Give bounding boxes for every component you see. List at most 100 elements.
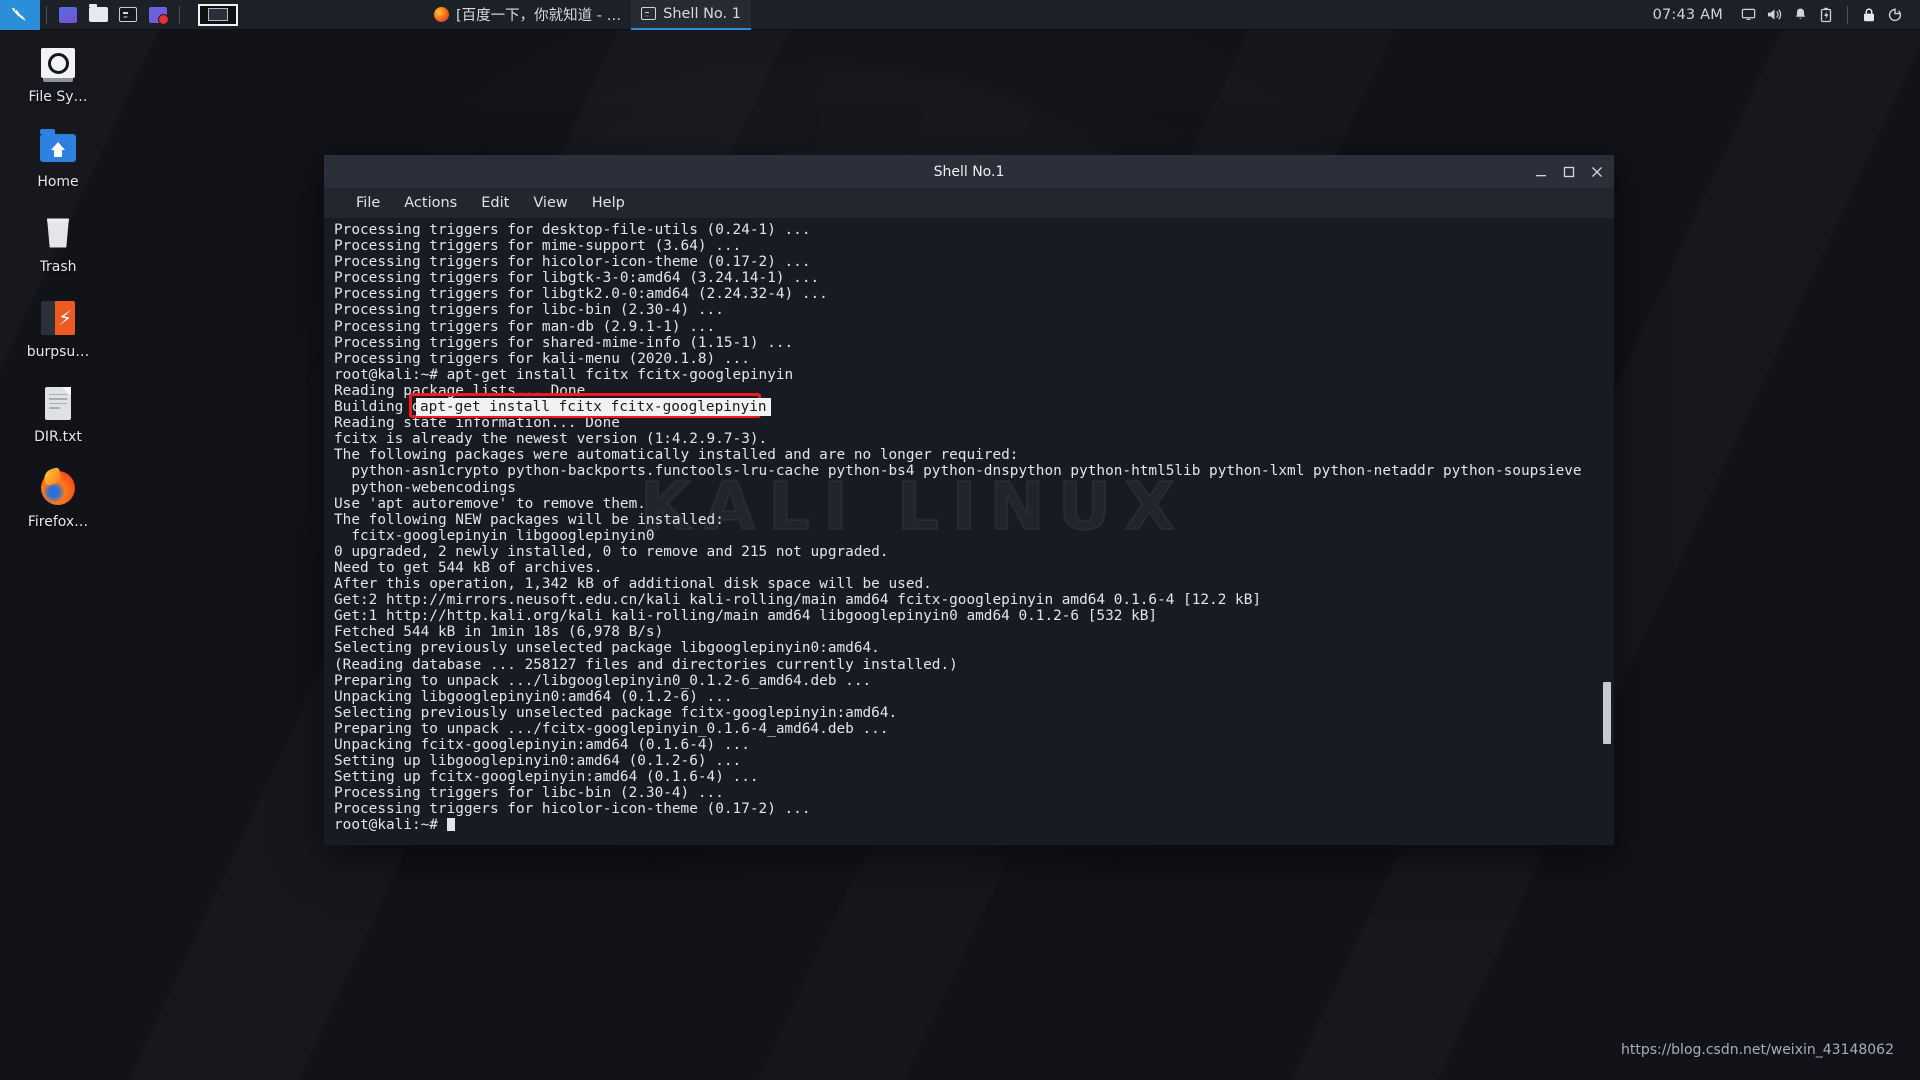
trash-icon — [37, 212, 79, 254]
menu-view[interactable]: View — [521, 192, 579, 214]
terminal-line: fcitx is already the newest version (1:4… — [334, 431, 768, 448]
terminal-line: Get:1 http://http.kali.org/kali kali-rol… — [334, 608, 1158, 625]
close-icon[interactable] — [1590, 165, 1604, 179]
terminal-output-area[interactable]: KALI LINUX Processing triggers for deskt… — [324, 218, 1614, 845]
source-watermark: https://blog.csdn.net/weixin_43148062 — [1620, 1042, 1894, 1058]
terminal-icon — [119, 7, 137, 22]
terminal-line: After this operation, 1,342 kB of additi… — [334, 576, 932, 593]
home-folder-icon — [37, 127, 79, 169]
terminal-window[interactable]: Shell No.1 File Actions Edit View Help K… — [324, 155, 1614, 845]
terminal-title: Shell No.1 — [933, 163, 1005, 180]
terminal-line: Processing triggers for shared-mime-info… — [334, 334, 794, 351]
desktop-icon-filesystem[interactable]: File Sy… — [8, 42, 108, 105]
top-panel: [百度一下，你就知道 - … Shell No. 1 07:43 AM — [0, 0, 1920, 30]
desktop-icon-label: Home — [37, 174, 79, 190]
window-controls — [1534, 155, 1604, 188]
firefox-icon — [434, 7, 449, 22]
desktop-icon-firefox[interactable]: Firefox… — [8, 467, 108, 530]
terminal-line: Need to get 544 kB of archives. — [334, 559, 603, 576]
terminal-titlebar[interactable]: Shell No.1 — [324, 155, 1614, 188]
highlighted-command-label: apt-get install fcitx fcitx-googlepinyin — [416, 398, 771, 416]
desktop-icon-home[interactable]: Home — [8, 127, 108, 190]
terminal-line: Reading package lists... Done — [334, 382, 586, 399]
menu-help[interactable]: Help — [580, 192, 637, 214]
workspace-thumbnail — [208, 8, 228, 21]
terminal-line: Selecting previously unselected package … — [334, 640, 880, 657]
taskbar-item-label: [百度一下，你就知道 - … — [456, 8, 622, 24]
terminal-line: root@kali:~# apt-get install fcitx fcitx… — [334, 366, 794, 383]
tray-divider — [1847, 5, 1848, 24]
menu-edit[interactable]: Edit — [469, 192, 521, 214]
desktop-icon-label: burpsu… — [26, 344, 90, 360]
terminal-line: Processing triggers for libc-bin (2.30-4… — [334, 785, 724, 802]
terminal-text: Processing triggers for desktop-file-uti… — [334, 222, 1614, 834]
desktop-icon-burpsuite[interactable]: ⚡ burpsu… — [8, 297, 108, 360]
padlock-icon[interactable] — [1856, 0, 1882, 30]
terminal-line: The following NEW packages will be insta… — [334, 511, 724, 528]
window-task-list: [百度一下，你就知道 - … Shell No. 1 — [424, 0, 751, 30]
taskbar-item-firefox[interactable]: [百度一下，你就知道 - … — [424, 0, 631, 30]
terminal-line: Use 'apt autoremove' to remove them. — [334, 495, 646, 512]
terminal-line: (Reading database ... 258127 files and d… — [334, 656, 958, 673]
terminal-line: Unpacking fcitx-googlepinyin:amd64 (0.1.… — [334, 737, 750, 753]
terminal-line: Processing triggers for hicolor-icon-the… — [334, 254, 811, 271]
terminal-menubar: File Actions Edit View Help — [324, 188, 1614, 218]
terminal-line: Unpacking libgooglepinyin0:amd64 (0.1.2-… — [334, 688, 733, 705]
terminal-line: Processing triggers for mime-support (3.… — [334, 238, 742, 255]
desktop-icon-label: Trash — [39, 259, 77, 275]
terminal-line: fcitx-googlepinyin libgooglepinyin0 — [334, 527, 655, 544]
terminal-line: python-asn1crypto python-backports.funct… — [334, 463, 1582, 480]
terminal-icon — [641, 7, 657, 20]
terminal-line: python-webencodings — [334, 479, 516, 496]
menu-actions[interactable]: Actions — [392, 192, 469, 214]
panel-divider — [46, 5, 47, 24]
maximize-icon[interactable] — [1562, 165, 1576, 179]
burpsuite-icon: ⚡ — [37, 297, 79, 339]
files-icon — [59, 6, 77, 23]
monitor-icon[interactable] — [1735, 0, 1761, 30]
speaker-icon[interactable] — [1761, 0, 1787, 30]
taskbar-item-shell[interactable]: Shell No. 1 — [631, 0, 751, 30]
terminal-line: Get:2 http://mirrors.neusoft.edu.cn/kali… — [334, 592, 1262, 609]
panel-divider — [179, 5, 180, 24]
panel-left-group — [0, 0, 238, 30]
terminal-line: root@kali:~# — [334, 817, 1614, 833]
text-file-icon — [37, 382, 79, 424]
terminal-line: Processing triggers for hicolor-icon-the… — [334, 801, 811, 818]
terminal-line: Preparing to unpack .../libgooglepinyin0… — [334, 672, 872, 689]
folder-launcher[interactable] — [85, 2, 111, 28]
terminal-line: Processing triggers for libc-bin (2.30-4… — [334, 302, 724, 319]
record-icon — [149, 6, 169, 25]
terminal-line: Processing triggers for libgtk-3-0:amd64… — [334, 270, 820, 287]
firefox-icon — [37, 467, 79, 509]
kali-dragon-icon[interactable] — [0, 0, 40, 30]
terminal-line: Fetched 544 kB in 1min 18s (6,978 B/s) — [334, 624, 664, 641]
scrollbar-thumb[interactable] — [1603, 681, 1611, 744]
bell-icon[interactable] — [1787, 0, 1813, 30]
folder-icon — [88, 4, 108, 22]
desktop-icon-label: File Sy… — [28, 89, 88, 105]
system-tray: 07:43 AM — [1653, 0, 1920, 30]
terminal-line: Setting up libgooglepinyin0:amd64 (0.1.2… — [334, 753, 742, 770]
power-icon[interactable] — [1882, 0, 1908, 30]
desktop-icon-label: Firefox… — [27, 514, 89, 530]
screen-recorder-launcher[interactable] — [145, 2, 171, 28]
terminal-line: 0 upgraded, 2 newly installed, 0 to remo… — [334, 543, 889, 560]
workspace-switcher[interactable] — [198, 3, 238, 26]
terminal-line: Preparing to unpack .../fcitx-googlepiny… — [334, 720, 889, 737]
terminal-launcher[interactable] — [115, 2, 141, 28]
taskbar-item-label: Shell No. 1 — [663, 5, 741, 22]
minimize-icon[interactable] — [1534, 165, 1548, 179]
terminal-line: Processing triggers for libgtk2.0-0:amd6… — [334, 286, 828, 303]
battery-icon[interactable] — [1813, 0, 1839, 30]
file-manager-launcher[interactable] — [55, 2, 81, 28]
desktop-icon-trash[interactable]: Trash — [8, 212, 108, 275]
desktop-icon-dir-txt[interactable]: DIR.txt — [8, 382, 108, 445]
terminal-line: Reading state information... Done — [334, 415, 620, 432]
terminal-cursor — [446, 818, 455, 832]
terminal-scrollbar[interactable] — [1602, 218, 1612, 845]
menu-file[interactable]: File — [344, 192, 392, 214]
desktop-icon-label: DIR.txt — [34, 429, 82, 445]
desktop-icon-grid: File Sy… Home Trash ⚡ burpsu… DIR.txt Fi… — [8, 42, 108, 552]
clock[interactable]: 07:43 AM — [1653, 7, 1723, 23]
